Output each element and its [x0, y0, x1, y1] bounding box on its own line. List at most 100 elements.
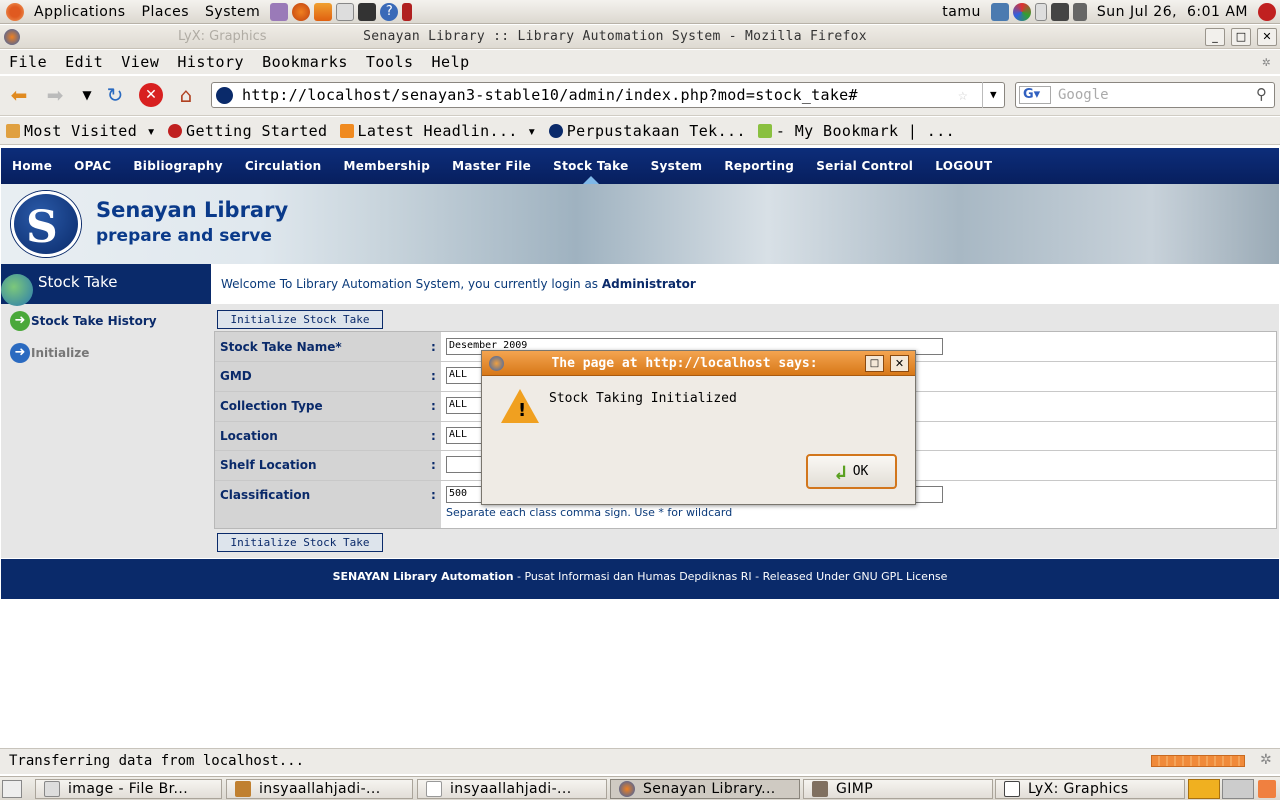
firefox-bookmark-icon [168, 123, 183, 138]
ok-button[interactable]: ↲ OK [806, 454, 897, 489]
search-box[interactable]: G▾ Google ⚲ [1015, 82, 1275, 108]
dialog-maximize-button[interactable]: □ [865, 355, 884, 372]
url-dropdown-icon[interactable]: ▼ [982, 82, 1004, 108]
chrome-icon[interactable] [1012, 2, 1031, 21]
search-engine-icon[interactable]: G▾ [1019, 86, 1051, 104]
nav-opac[interactable]: OPAC [63, 159, 122, 173]
pidgin-icon[interactable] [270, 2, 289, 21]
bookmark-perpustakaan[interactable]: Perpustakaan Tek... [543, 122, 752, 140]
forward-button[interactable]: ➡ [41, 81, 69, 109]
window-titlebar[interactable]: LyX: Graphics Senayan Library :: Library… [0, 25, 1280, 49]
warning-exclamation: ! [518, 400, 527, 421]
close-window-button[interactable]: ✕ [1257, 28, 1277, 46]
enter-arrow-icon: ↲ [834, 459, 847, 484]
menu-bookmarks[interactable]: Bookmarks [253, 53, 357, 71]
colon: : [431, 369, 436, 383]
nav-stock-take[interactable]: Stock Take [542, 159, 639, 185]
menu-tools[interactable]: Tools [357, 53, 423, 71]
system-menu[interactable]: System [197, 4, 268, 20]
task-image-file-browser[interactable]: image - File Br... [35, 779, 222, 799]
vlc-icon[interactable] [314, 2, 333, 21]
file-browser-icon [44, 781, 60, 797]
initialize-stock-take-button-bottom[interactable]: Initialize Stock Take [217, 533, 383, 552]
sidebar-item-stock-take-history[interactable]: ➜ Stock Take History [10, 311, 157, 331]
search-icon[interactable]: ⚲ [1256, 85, 1267, 103]
display-icon[interactable] [1050, 2, 1069, 21]
volume-icon[interactable] [1072, 2, 1087, 21]
terminal-icon[interactable] [358, 2, 377, 21]
document-icon [426, 781, 442, 797]
network-icon[interactable] [990, 2, 1009, 21]
menu-help[interactable]: Help [423, 53, 479, 71]
firefox-task-icon [619, 781, 635, 797]
bookmark-star-icon[interactable]: ☆ [958, 85, 968, 104]
arrow-right-icon: ➜ [10, 311, 30, 331]
user-name[interactable]: tamu [934, 4, 989, 20]
task-gimp[interactable]: GIMP [803, 779, 993, 799]
workspace-switcher[interactable] [1188, 779, 1220, 799]
url-bar[interactable]: http://localhost/senayan3-stable10/admin… [211, 82, 1005, 108]
site-navigation: Home OPAC Bibliography Circulation Membe… [1, 148, 1279, 185]
gimp-icon [812, 781, 828, 797]
task-senayan-library[interactable]: Senayan Library... [610, 779, 800, 799]
url-text: http://localhost/senayan3-stable10/admin… [242, 86, 858, 104]
dialog-message: Stock Taking Initialized [549, 391, 737, 406]
task-insyaallahjadi-2[interactable]: insyaallahjadi-... [417, 779, 607, 799]
site-tagline: prepare and serve [96, 226, 272, 246]
dialog-close-button[interactable]: ✕ [890, 355, 909, 372]
nav-bibliography[interactable]: Bibliography [122, 159, 233, 173]
menu-file[interactable]: File [0, 53, 56, 71]
initialize-stock-take-button-top[interactable]: Initialize Stock Take [217, 310, 383, 329]
bookmark-most-visited[interactable]: Most Visited ▾ [0, 122, 162, 140]
history-dropdown-icon[interactable]: ▼ [73, 81, 101, 109]
rss-icon [339, 123, 354, 138]
nav-reporting[interactable]: Reporting [713, 159, 805, 173]
help-icon[interactable]: ? [380, 2, 399, 21]
current-user: Administrator [601, 277, 696, 291]
places-menu[interactable]: Places [134, 4, 198, 20]
status-icon: ✲ [1260, 752, 1272, 768]
stop-button[interactable]: ✕ [139, 83, 163, 107]
classification-hint: Separate each class comma sign. Use * fo… [446, 506, 733, 519]
wine-icon[interactable] [402, 2, 413, 21]
taskbar: image - File Br... insyaallahjadi-... in… [0, 776, 1280, 800]
nav-master-file[interactable]: Master File [441, 159, 542, 173]
bookmark-my-bookmark[interactable]: - My Bookmark | ... [752, 122, 961, 140]
dialog-titlebar[interactable]: The page at http://localhost says: [482, 351, 915, 376]
nav-logout[interactable]: LOGOUT [924, 159, 1003, 173]
sidebar-item-initialize[interactable]: ➜ Initialize [10, 343, 89, 363]
bookmark-latest-headlines[interactable]: Latest Headlin... ▾ [334, 122, 543, 140]
site-footer: SENAYAN Library Automation - Pusat Infor… [1, 559, 1279, 599]
trash-icon[interactable] [1258, 780, 1276, 798]
firefox-launcher-icon[interactable] [292, 2, 311, 21]
ubuntu-logo-icon[interactable] [6, 2, 24, 21]
battery-icon [1034, 2, 1047, 21]
menu-edit[interactable]: Edit [56, 53, 112, 71]
back-button[interactable]: ⬅ [5, 81, 33, 109]
nav-home[interactable]: Home [1, 159, 63, 173]
reload-button[interactable]: ↻ [101, 81, 129, 109]
classification-label: Classification [220, 488, 311, 502]
show-desktop-icon[interactable] [2, 780, 22, 798]
nav-system[interactable]: System [640, 159, 714, 173]
shutdown-icon[interactable] [1258, 2, 1276, 21]
bookmark-getting-started[interactable]: Getting Started [162, 122, 333, 140]
clock[interactable]: Sun Jul 26, 6:01 AM [1089, 4, 1256, 20]
colon: : [431, 399, 436, 413]
home-button[interactable]: ⌂ [172, 81, 200, 109]
applications-menu[interactable]: Applications [26, 4, 134, 20]
workspace-switcher[interactable] [1222, 779, 1254, 799]
menu-history[interactable]: History [168, 53, 253, 71]
firefox-dialog-icon [489, 356, 504, 371]
minimize-button[interactable]: _ [1205, 28, 1225, 46]
menu-view[interactable]: View [112, 53, 168, 71]
nav-serial-control[interactable]: Serial Control [805, 159, 924, 173]
nav-circulation[interactable]: Circulation [234, 159, 333, 173]
task-lyx-graphics[interactable]: LyX: Graphics [995, 779, 1185, 799]
bookmarks-toolbar: Most Visited ▾ Getting Started Latest He… [0, 117, 1280, 145]
status-text: Transferring data from localhost... [9, 753, 305, 769]
mail-icon[interactable] [336, 2, 355, 21]
task-insyaallahjadi-1[interactable]: insyaallahjadi-... [226, 779, 413, 799]
nav-membership[interactable]: Membership [332, 159, 441, 173]
maximize-button[interactable]: □ [1231, 28, 1251, 46]
